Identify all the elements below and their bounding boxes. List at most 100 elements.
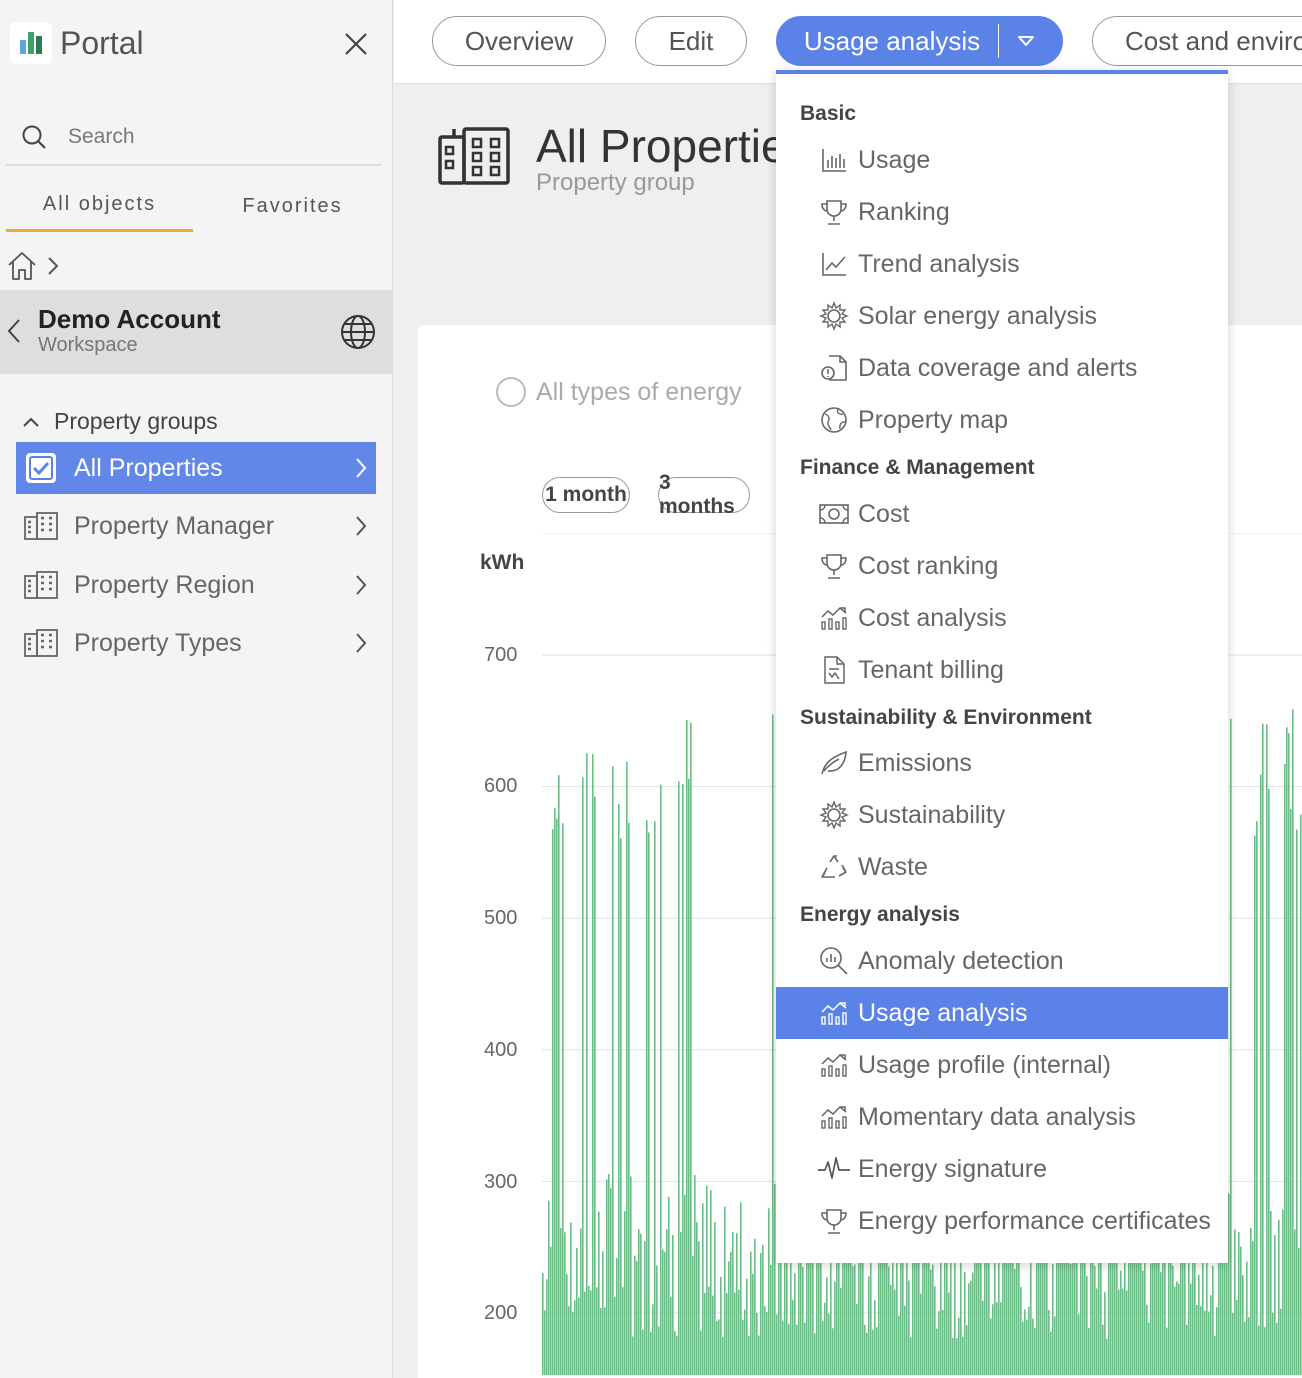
usage-bar xyxy=(964,1272,966,1375)
usage-bar xyxy=(972,1272,974,1375)
usage-bar xyxy=(556,818,558,1375)
menu-item-usage-analysis[interactable]: Usage analysis xyxy=(776,987,1228,1039)
property-groups-toggle[interactable]: Property groups xyxy=(22,408,218,435)
usage-bar xyxy=(862,1246,864,1375)
radio-button[interactable] xyxy=(496,377,526,407)
menu-item-label: Anomaly detection xyxy=(858,946,1064,975)
chevron-right-icon xyxy=(356,458,367,478)
menu-item-data-coverage-and-alerts[interactable]: Data coverage and alerts xyxy=(776,342,1228,394)
menu-item-anomaly-detection[interactable]: Anomaly detection xyxy=(776,935,1228,987)
usage-bar xyxy=(1214,1336,1216,1375)
usage-bar xyxy=(946,1253,948,1375)
menu-item-energy-performance-certificates[interactable]: Energy performance certificates xyxy=(776,1195,1228,1247)
usage-bar xyxy=(1220,1253,1222,1375)
menu-item-trend-analysis[interactable]: Trend analysis xyxy=(776,238,1228,290)
y-tick-300: 300 xyxy=(484,1171,518,1193)
sidebar-item-property-manager[interactable]: Property Manager xyxy=(16,500,376,552)
close-sidebar-button[interactable] xyxy=(340,28,372,60)
usage-bar xyxy=(830,1261,832,1375)
account-header[interactable]: Demo Account Workspace xyxy=(0,290,392,374)
usage-bar xyxy=(1216,1307,1218,1375)
usage-bar xyxy=(634,1255,636,1375)
chevron-left-icon[interactable] xyxy=(6,318,22,344)
menu-item-cost-ranking[interactable]: Cost ranking xyxy=(776,540,1228,592)
usage-bar xyxy=(754,1238,756,1375)
energy-type-filter[interactable]: All types of energy xyxy=(496,377,742,407)
usage-bar xyxy=(942,1309,944,1375)
usage-bar xyxy=(566,1274,568,1375)
menu-item-ranking[interactable]: Ranking xyxy=(776,186,1228,238)
usage-bar xyxy=(594,796,596,1375)
usage-bar xyxy=(700,1330,702,1375)
home-icon[interactable] xyxy=(6,250,38,282)
y-tick-400: 400 xyxy=(484,1039,518,1061)
usage-bar xyxy=(788,1323,790,1375)
usage-bar xyxy=(638,1229,640,1375)
sidebar-item-label: Property Region xyxy=(74,570,255,599)
sidebar-item-property-region[interactable]: Property Region xyxy=(16,559,376,611)
usage-bar xyxy=(1286,727,1288,1375)
usage-bar xyxy=(758,1335,760,1375)
menu-item-waste[interactable]: Waste xyxy=(776,841,1228,893)
menu-item-solar-energy-analysis[interactable]: Solar energy analysis xyxy=(776,290,1228,342)
usage-bar xyxy=(622,1287,624,1375)
usage-bar xyxy=(982,1300,984,1375)
usage-bar xyxy=(864,1324,866,1375)
globe-icon[interactable] xyxy=(340,314,376,350)
range-3-months-button[interactable]: 3 months xyxy=(658,471,750,518)
tab-all-objects[interactable]: All objects xyxy=(6,180,193,232)
usage-bar xyxy=(702,1203,704,1375)
usage-bar xyxy=(658,1326,660,1375)
sidebar-item-all-properties[interactable]: All Properties xyxy=(16,442,376,494)
usage-bar xyxy=(1284,764,1286,1375)
usage-bar xyxy=(868,1276,870,1375)
menu-item-label: Energy signature xyxy=(858,1154,1048,1183)
usage-bar xyxy=(600,1308,602,1375)
doc-alert-icon xyxy=(816,350,852,386)
usage-bar xyxy=(690,722,692,1375)
tab-cost-and-environment[interactable]: Cost and environment xyxy=(1092,16,1302,66)
menu-section-sustainability: Sustainability & Environment xyxy=(800,706,1092,729)
usage-bar xyxy=(1200,1306,1202,1375)
menu-item-tenant-billing[interactable]: Tenant billing xyxy=(776,644,1228,696)
usage-bar xyxy=(1208,1311,1210,1375)
checkbox-checked-icon[interactable] xyxy=(22,452,60,484)
usage-bar xyxy=(704,1293,706,1375)
range-1-month-button[interactable]: 1 month xyxy=(542,477,630,513)
search-input[interactable] xyxy=(68,125,348,149)
menu-item-sustainability[interactable]: Sustainability xyxy=(776,789,1228,841)
menu-item-cost[interactable]: Cost xyxy=(776,488,1228,540)
usage-bar xyxy=(608,1174,610,1375)
menu-item-property-map[interactable]: Property map xyxy=(776,394,1228,446)
sidebar-item-property-types[interactable]: Property Types xyxy=(16,617,376,669)
tab-favorites[interactable]: Favorites xyxy=(200,180,385,232)
tab-overview[interactable]: Overview xyxy=(432,16,606,66)
chevron-right-icon xyxy=(356,516,367,536)
menu-item-usage-profile[interactable]: Usage profile (internal) xyxy=(776,1039,1228,1091)
usage-bar xyxy=(648,832,650,1375)
menu-section-finance: Finance & Management xyxy=(800,456,1035,479)
usage-bar xyxy=(792,1299,794,1375)
usage-bar xyxy=(762,1244,764,1375)
usage-bar xyxy=(602,1251,604,1375)
menu-section-energy-analysis: Energy analysis xyxy=(800,903,960,926)
chevron-down-icon[interactable] xyxy=(1017,35,1035,47)
usage-bar xyxy=(1272,1312,1274,1375)
usage-bar xyxy=(1148,1322,1150,1375)
pulse-icon xyxy=(816,1151,852,1187)
building-icon xyxy=(22,570,60,600)
usage-bar xyxy=(936,1328,938,1375)
usage-bar xyxy=(682,783,684,1375)
usage-bar xyxy=(694,1175,696,1375)
menu-item-energy-signature[interactable]: Energy signature xyxy=(776,1143,1228,1195)
menu-item-cost-analysis[interactable]: Cost analysis xyxy=(776,592,1228,644)
menu-item-momentary-data-analysis[interactable]: Momentary data analysis xyxy=(776,1091,1228,1143)
globe-map-icon xyxy=(816,402,852,438)
tab-usage-analysis[interactable]: Usage analysis xyxy=(776,16,1063,66)
tab-edit[interactable]: Edit xyxy=(635,16,747,66)
menu-item-emissions[interactable]: Emissions xyxy=(776,737,1228,789)
usage-bar xyxy=(1202,1248,1204,1375)
usage-bar xyxy=(1070,1263,1072,1375)
usage-bar xyxy=(886,1246,888,1375)
menu-item-usage[interactable]: Usage xyxy=(776,134,1228,186)
